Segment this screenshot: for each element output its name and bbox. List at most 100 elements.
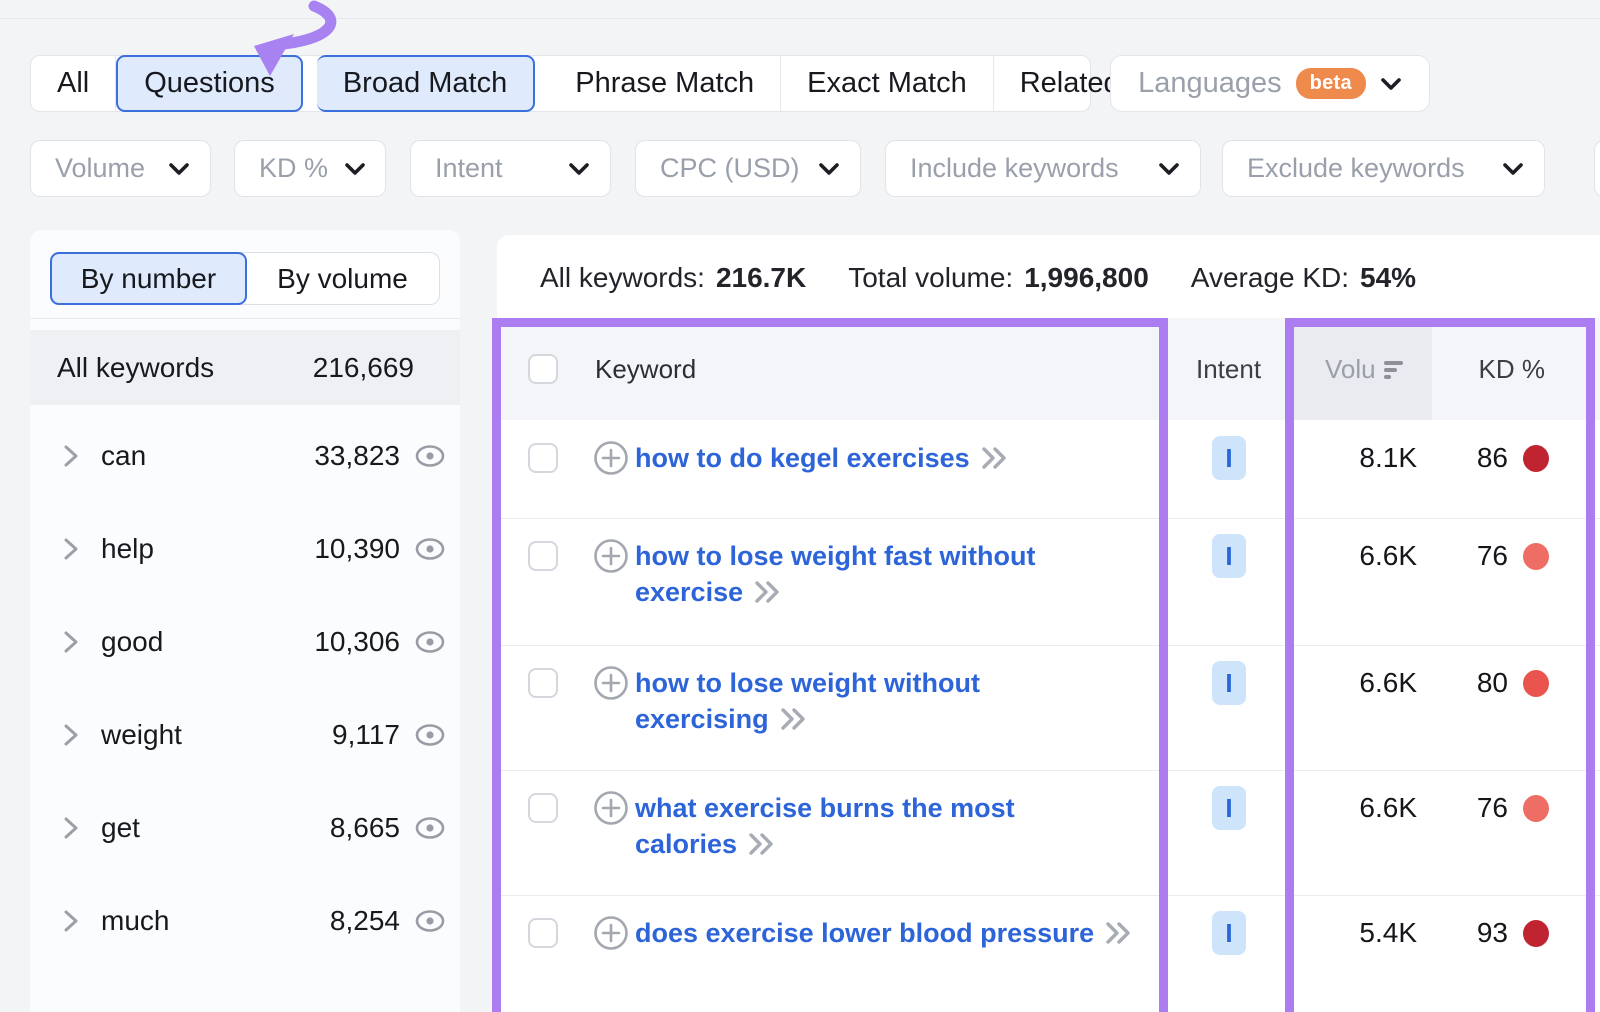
table-row: what exercise burns the most calories I … (497, 770, 1600, 895)
filter-kd[interactable]: KD % (234, 140, 386, 197)
double-chevron-icon[interactable] (980, 447, 1010, 469)
all-keywords-count: 216,669 (313, 352, 414, 384)
column-header-kd[interactable]: KD % (1445, 354, 1545, 385)
eye-icon[interactable] (414, 909, 446, 933)
kd-difficulty-dot (1523, 670, 1549, 697)
sidebar-divider (30, 318, 460, 319)
row-checkbox[interactable] (528, 793, 558, 823)
group-count: 10,390 (314, 533, 400, 565)
group-count: 8,254 (330, 905, 400, 937)
kd-value: 93 (1397, 917, 1508, 949)
row-checkbox[interactable] (528, 443, 558, 473)
table-row: how to lose weight fast without exercise… (497, 518, 1600, 645)
filter-exclude-keywords[interactable]: Exclude keywords (1222, 140, 1545, 197)
sidebar-group-weight[interactable]: weight 9,117 (30, 688, 460, 781)
kd-value: 76 (1397, 792, 1508, 824)
double-chevron-icon[interactable] (779, 708, 809, 730)
select-all-checkbox[interactable] (528, 354, 558, 384)
circle-plus-icon[interactable] (593, 790, 629, 826)
tab-all[interactable]: All (31, 56, 116, 111)
eye-icon[interactable] (414, 537, 446, 561)
filter-include-keywords[interactable]: Include keywords (885, 140, 1201, 197)
filter-volume[interactable]: Volume (30, 140, 211, 197)
languages-dropdown[interactable]: Languages beta (1110, 55, 1430, 112)
chevron-right-icon (63, 631, 79, 653)
circle-plus-icon[interactable] (593, 440, 629, 476)
keyword-groups-sidebar: By number By volume All keywords 216,669… (30, 230, 460, 1012)
keyword-link[interactable]: what exercise burns the most calories (635, 793, 1015, 859)
group-label: help (101, 533, 314, 565)
eye-icon[interactable] (414, 723, 446, 747)
filter-kd-label: KD % (259, 153, 328, 184)
sidebar-group-get[interactable]: get 8,665 (30, 781, 460, 874)
intent-badge: I (1212, 911, 1246, 955)
filter-exclude-label: Exclude keywords (1247, 153, 1465, 184)
stat-all-keywords-value: 216.7K (716, 262, 806, 294)
row-checkbox[interactable] (528, 668, 558, 698)
filter-intent-label: Intent (435, 153, 503, 184)
double-chevron-icon[interactable] (1104, 922, 1134, 944)
toggle-by-volume[interactable]: By volume (246, 253, 439, 304)
all-keywords-label: All keywords (57, 352, 214, 384)
beta-badge: beta (1296, 68, 1366, 99)
annotation-arrow (240, 0, 360, 110)
volume-value: 6.6K (1277, 540, 1417, 572)
group-label: much (101, 905, 330, 937)
toggle-by-number[interactable]: By number (50, 252, 247, 305)
keyword-link[interactable]: how to do kegel exercises (635, 443, 970, 473)
chevron-down-icon (1502, 162, 1524, 176)
sidebar-group-help[interactable]: help 10,390 (30, 502, 460, 595)
keyword-link[interactable]: does exercise lower blood pressure (635, 918, 1094, 948)
tab-exact-match[interactable]: Exact Match (781, 56, 994, 111)
eye-icon[interactable] (414, 816, 446, 840)
group-count: 9,117 (332, 719, 400, 751)
kd-difficulty-dot (1523, 795, 1549, 822)
tab-phrase-match[interactable]: Phrase Match (549, 56, 781, 111)
table-row: how to do kegel exercises I 8.1K 86 (497, 420, 1600, 518)
volume-value: 5.4K (1277, 917, 1417, 949)
kd-difficulty-dot (1523, 445, 1549, 472)
chevron-down-icon (568, 162, 590, 176)
group-count: 10,306 (314, 626, 400, 658)
filter-partial-button[interactable] (1594, 140, 1600, 197)
chevron-right-icon (63, 538, 79, 560)
kd-difficulty-dot (1523, 920, 1549, 947)
eye-icon[interactable] (414, 444, 446, 468)
chevron-down-icon (1158, 162, 1180, 176)
chevron-down-icon (168, 162, 190, 176)
sidebar-group-can[interactable]: can 33,823 (30, 409, 460, 502)
filter-volume-label: Volume (55, 153, 145, 184)
filter-intent[interactable]: Intent (410, 140, 611, 197)
sidebar-group-much[interactable]: much 8,254 (30, 874, 460, 967)
column-header-keyword: Keyword (595, 354, 696, 385)
table-row: how to lose weight without exercising I … (497, 645, 1600, 770)
filter-include-label: Include keywords (910, 153, 1119, 184)
double-chevron-icon[interactable] (747, 833, 777, 855)
keyword-link[interactable]: how to lose weight fast without exercise (635, 541, 1035, 607)
group-label: get (101, 812, 330, 844)
filter-cpc[interactable]: CPC (USD) (635, 140, 861, 197)
sidebar-group-good[interactable]: good 10,306 (30, 595, 460, 688)
match-type-tabs: All Questions Broad Match Phrase Match E… (30, 55, 1091, 112)
keywords-table-card: All keywords:216.7K Total volume:1,996,8… (497, 235, 1600, 1012)
intent-badge: I (1212, 534, 1246, 578)
eye-icon[interactable] (414, 630, 446, 654)
circle-plus-icon[interactable] (593, 915, 629, 951)
stat-total-volume-value: 1,996,800 (1024, 262, 1149, 294)
volume-value: 8.1K (1277, 442, 1417, 474)
sidebar-sort-toggle: By number By volume (50, 252, 440, 305)
circle-plus-icon[interactable] (593, 538, 629, 574)
row-checkbox[interactable] (528, 918, 558, 948)
sidebar-all-keywords-row[interactable]: All keywords 216,669 (30, 330, 460, 405)
kd-value: 76 (1397, 540, 1508, 572)
circle-plus-icon[interactable] (593, 665, 629, 701)
languages-label: Languages (1138, 67, 1282, 100)
group-label: good (101, 626, 314, 658)
intent-badge: I (1212, 786, 1246, 830)
chevron-right-icon (63, 817, 79, 839)
chevron-down-icon (818, 162, 840, 176)
column-header-volume[interactable]: Volu (1325, 354, 1403, 385)
group-count: 33,823 (314, 440, 400, 472)
double-chevron-icon[interactable] (753, 581, 783, 603)
row-checkbox[interactable] (528, 541, 558, 571)
